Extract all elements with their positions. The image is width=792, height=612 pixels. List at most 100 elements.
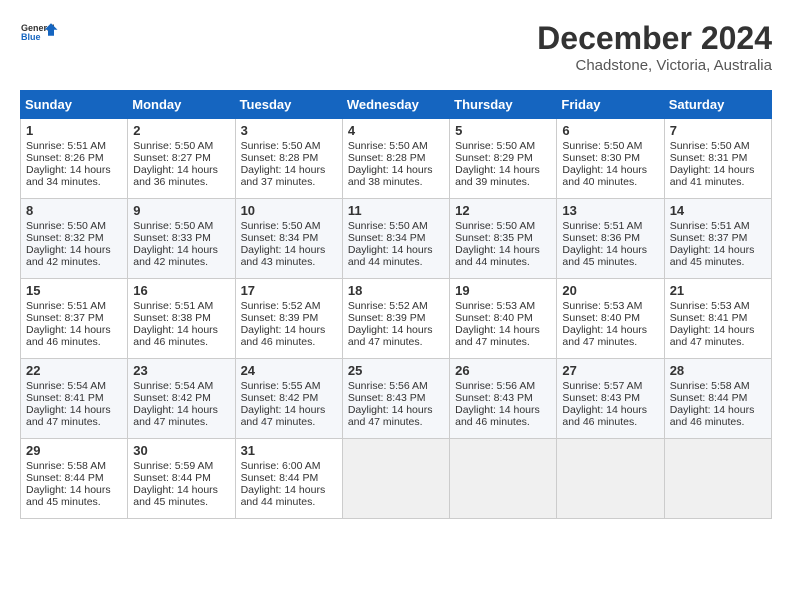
logo: General Blue — [20, 20, 60, 44]
week-row-3: 15Sunrise: 5:51 AMSunset: 8:37 PMDayligh… — [21, 279, 772, 359]
day-number: 4 — [348, 123, 444, 138]
day-number: 9 — [133, 203, 229, 218]
day-info: Sunrise: 5:55 AM — [241, 380, 337, 392]
day-info: Sunset: 8:31 PM — [670, 152, 766, 164]
day-info: and 41 minutes. — [670, 176, 766, 188]
day-header-thursday: Thursday — [450, 91, 557, 119]
day-info: Sunrise: 5:50 AM — [133, 140, 229, 152]
day-info: Sunrise: 5:56 AM — [455, 380, 551, 392]
day-info: Sunset: 8:43 PM — [348, 392, 444, 404]
location: Chadstone, Victoria, Australia — [537, 57, 772, 74]
calendar-cell: 20Sunrise: 5:53 AMSunset: 8:40 PMDayligh… — [557, 279, 664, 359]
day-info: Sunset: 8:43 PM — [455, 392, 551, 404]
day-info: Sunset: 8:44 PM — [241, 472, 337, 484]
day-info: Sunset: 8:36 PM — [562, 232, 658, 244]
day-info: and 47 minutes. — [26, 416, 122, 428]
day-info: Daylight: 14 hours — [348, 164, 444, 176]
day-info: and 36 minutes. — [133, 176, 229, 188]
day-info: and 38 minutes. — [348, 176, 444, 188]
calendar-cell: 7Sunrise: 5:50 AMSunset: 8:31 PMDaylight… — [664, 119, 771, 199]
day-info: and 42 minutes. — [133, 256, 229, 268]
week-row-1: 1Sunrise: 5:51 AMSunset: 8:26 PMDaylight… — [21, 119, 772, 199]
day-info: Daylight: 14 hours — [133, 404, 229, 416]
day-header-tuesday: Tuesday — [235, 91, 342, 119]
day-number: 6 — [562, 123, 658, 138]
day-number: 16 — [133, 283, 229, 298]
day-info: Sunrise: 5:50 AM — [133, 220, 229, 232]
day-number: 5 — [455, 123, 551, 138]
day-info: Sunset: 8:37 PM — [670, 232, 766, 244]
day-info: Sunset: 8:37 PM — [26, 312, 122, 324]
day-info: Sunset: 8:44 PM — [670, 392, 766, 404]
day-info: Sunset: 8:34 PM — [348, 232, 444, 244]
day-info: Daylight: 14 hours — [455, 324, 551, 336]
day-info: and 47 minutes. — [670, 336, 766, 348]
day-info: Daylight: 14 hours — [562, 244, 658, 256]
day-info: Sunrise: 5:58 AM — [26, 460, 122, 472]
day-info: Daylight: 14 hours — [670, 244, 766, 256]
day-info: Daylight: 14 hours — [26, 484, 122, 496]
day-number: 29 — [26, 443, 122, 458]
calendar-cell: 3Sunrise: 5:50 AMSunset: 8:28 PMDaylight… — [235, 119, 342, 199]
day-info: Sunset: 8:27 PM — [133, 152, 229, 164]
day-info: and 46 minutes. — [670, 416, 766, 428]
calendar-header-row: SundayMondayTuesdayWednesdayThursdayFrid… — [21, 91, 772, 119]
day-info: and 46 minutes. — [133, 336, 229, 348]
day-info: and 42 minutes. — [26, 256, 122, 268]
day-info: Sunrise: 5:50 AM — [241, 140, 337, 152]
day-info: Sunset: 8:40 PM — [455, 312, 551, 324]
day-info: Daylight: 14 hours — [133, 164, 229, 176]
day-info: Daylight: 14 hours — [562, 404, 658, 416]
day-info: Sunset: 8:41 PM — [26, 392, 122, 404]
day-info: Daylight: 14 hours — [133, 484, 229, 496]
day-number: 18 — [348, 283, 444, 298]
calendar-cell — [342, 439, 449, 519]
calendar-cell: 2 Sunrise: 5:50 AMSunset: 8:27 PMDaylight… — [128, 119, 235, 199]
calendar-cell: 14Sunrise: 5:51 AMSunset: 8:37 PMDayligh… — [664, 199, 771, 279]
day-info: Daylight: 14 hours — [455, 404, 551, 416]
day-info: Sunset: 8:39 PM — [241, 312, 337, 324]
day-header-monday: Monday — [128, 91, 235, 119]
day-info: and 47 minutes. — [348, 336, 444, 348]
day-info: Sunset: 8:43 PM — [562, 392, 658, 404]
day-info: Sunrise: 5:51 AM — [670, 220, 766, 232]
day-info: and 47 minutes. — [348, 416, 444, 428]
day-info: Sunset: 8:41 PM — [670, 312, 766, 324]
calendar-cell: 31Sunrise: 6:00 AMSunset: 8:44 PMDayligh… — [235, 439, 342, 519]
day-number: 27 — [562, 363, 658, 378]
calendar-cell: 25Sunrise: 5:56 AMSunset: 8:43 PMDayligh… — [342, 359, 449, 439]
calendar-cell: 11Sunrise: 5:50 AMSunset: 8:34 PMDayligh… — [342, 199, 449, 279]
day-info: Daylight: 14 hours — [241, 164, 337, 176]
day-info: Daylight: 14 hours — [26, 404, 122, 416]
day-info: and 47 minutes. — [241, 416, 337, 428]
day-info: Sunrise: 5:52 AM — [348, 300, 444, 312]
page-header: General Blue December 2024 Chadstone, Vi… — [20, 20, 772, 74]
day-info: and 44 minutes. — [241, 496, 337, 508]
day-number: 24 — [241, 363, 337, 378]
day-info: Sunset: 8:44 PM — [133, 472, 229, 484]
day-info: Sunrise: 5:51 AM — [26, 140, 122, 152]
day-info: and 45 minutes. — [670, 256, 766, 268]
calendar-cell: 4Sunrise: 5:50 AMSunset: 8:28 PMDaylight… — [342, 119, 449, 199]
day-info: Sunset: 8:29 PM — [455, 152, 551, 164]
day-info: Sunset: 8:44 PM — [26, 472, 122, 484]
day-info: Daylight: 14 hours — [455, 244, 551, 256]
day-number: 12 — [455, 203, 551, 218]
day-number: 20 — [562, 283, 658, 298]
day-info: Sunrise: 5:50 AM — [670, 140, 766, 152]
calendar-cell: 12Sunrise: 5:50 AMSunset: 8:35 PMDayligh… — [450, 199, 557, 279]
day-info: Sunrise: 5:57 AM — [562, 380, 658, 392]
calendar-cell: 1Sunrise: 5:51 AMSunset: 8:26 PMDaylight… — [21, 119, 128, 199]
calendar-cell — [664, 439, 771, 519]
calendar-cell: 18Sunrise: 5:52 AMSunset: 8:39 PMDayligh… — [342, 279, 449, 359]
day-info: and 46 minutes. — [26, 336, 122, 348]
day-info: and 37 minutes. — [241, 176, 337, 188]
day-number: 1 — [26, 123, 122, 138]
day-info: Sunset: 8:28 PM — [348, 152, 444, 164]
day-info: and 44 minutes. — [455, 256, 551, 268]
day-info: Sunrise: 5:50 AM — [455, 140, 551, 152]
day-number: 2 — [133, 123, 229, 138]
day-number: 23 — [133, 363, 229, 378]
day-info: Sunrise: 5:50 AM — [26, 220, 122, 232]
day-info: Sunrise: 5:51 AM — [562, 220, 658, 232]
